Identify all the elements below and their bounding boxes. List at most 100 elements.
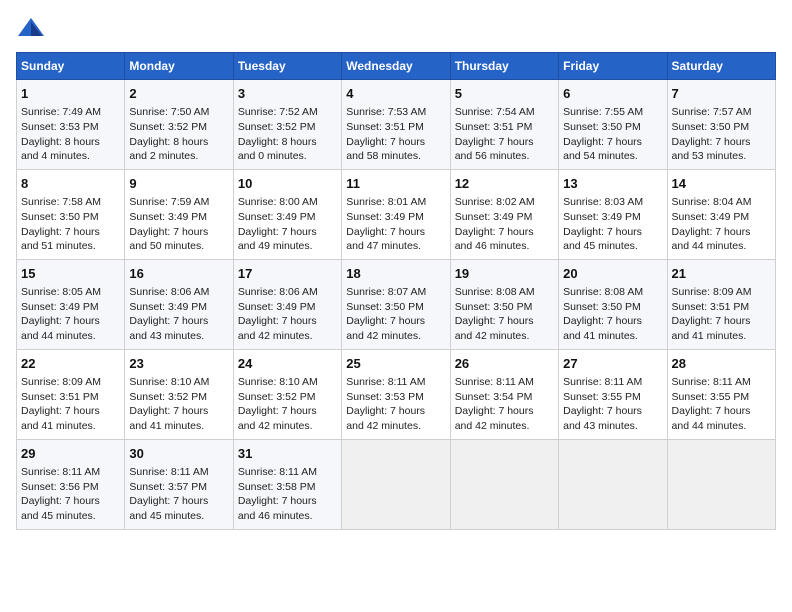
calendar-cell: 15Sunrise: 8:05 AMSunset: 3:49 PMDayligh… [17,259,125,349]
day-info-line: and 43 minutes. [129,329,228,344]
calendar-cell: 2Sunrise: 7:50 AMSunset: 3:52 PMDaylight… [125,80,233,170]
logo [16,16,50,40]
day-info-line: Sunset: 3:55 PM [563,390,662,405]
day-info-line: Daylight: 7 hours [21,494,120,509]
day-info-line: Sunrise: 7:54 AM [455,105,554,120]
day-info-line: Daylight: 7 hours [672,135,771,150]
day-info-line: and 41 minutes. [129,419,228,434]
day-info-line: Sunset: 3:51 PM [455,120,554,135]
day-info-line: Sunrise: 8:10 AM [129,375,228,390]
day-info-line: and 41 minutes. [21,419,120,434]
calendar-cell: 7 Sunrise: 7:57 AMSunset: 3:50 PMDaylight… [667,80,775,170]
day-number: 30 [129,445,228,463]
calendar-cell: 23Sunrise: 8:10 AMSunset: 3:52 PMDayligh… [125,349,233,439]
day-number: 2 [129,85,228,103]
day-info-line: Sunrise: 7:57 AM [672,105,771,120]
day-info-line: Sunset: 3:50 PM [672,120,771,135]
day-info-line: and 58 minutes. [346,149,445,164]
day-number: 18 [346,265,445,283]
day-number: 4 [346,85,445,103]
day-info-line: and 47 minutes. [346,239,445,254]
weekday-header-sunday: Sunday [17,53,125,80]
day-info-line: Sunrise: 8:06 AM [238,285,337,300]
day-info-line: and 44 minutes. [21,329,120,344]
day-number: 16 [129,265,228,283]
day-info-line: Sunrise: 8:11 AM [21,465,120,480]
calendar-cell: 19Sunrise: 8:08 AMSunset: 3:50 PMDayligh… [450,259,558,349]
day-number: 28 [672,355,771,373]
calendar-cell: 26Sunrise: 8:11 AMSunset: 3:54 PMDayligh… [450,349,558,439]
day-info-line: Daylight: 7 hours [129,494,228,509]
day-info-line: Daylight: 7 hours [238,494,337,509]
calendar-cell: 27Sunrise: 8:11 AMSunset: 3:55 PMDayligh… [559,349,667,439]
day-info-line: Sunset: 3:55 PM [672,390,771,405]
day-number: 3 [238,85,337,103]
day-info-line: Daylight: 7 hours [455,404,554,419]
day-info-line: Sunrise: 8:11 AM [346,375,445,390]
calendar-cell [450,439,558,529]
day-number: 10 [238,175,337,193]
calendar-cell: 30Sunrise: 8:11 AMSunset: 3:57 PMDayligh… [125,439,233,529]
day-info-line: and 4 minutes. [21,149,120,164]
day-info-line: Sunrise: 8:01 AM [346,195,445,210]
day-info-line: Daylight: 7 hours [346,404,445,419]
day-info-line: Sunrise: 8:11 AM [129,465,228,480]
day-info-line: and 42 minutes. [238,329,337,344]
weekday-header-monday: Monday [125,53,233,80]
weekday-header-thursday: Thursday [450,53,558,80]
calendar-cell [559,439,667,529]
day-number: 13 [563,175,662,193]
day-info-line: Sunrise: 7:53 AM [346,105,445,120]
day-info-line: and 45 minutes. [21,509,120,524]
calendar-cell: 20Sunrise: 8:08 AMSunset: 3:50 PMDayligh… [559,259,667,349]
day-info-line: Sunset: 3:49 PM [238,210,337,225]
day-info-line: Daylight: 7 hours [672,404,771,419]
day-info-line: Daylight: 7 hours [672,225,771,240]
day-info-line: Sunrise: 7:50 AM [129,105,228,120]
calendar-header: SundayMondayTuesdayWednesdayThursdayFrid… [17,53,776,80]
day-info-line: and 45 minutes. [563,239,662,254]
calendar-week-4: 22Sunrise: 8:09 AMSunset: 3:51 PMDayligh… [17,349,776,439]
day-info-line: Sunrise: 8:05 AM [21,285,120,300]
calendar-cell: 8Sunrise: 7:58 AMSunset: 3:50 PMDaylight… [17,169,125,259]
weekday-header-friday: Friday [559,53,667,80]
day-info-line: Daylight: 7 hours [563,135,662,150]
day-info-line: Sunset: 3:49 PM [129,210,228,225]
calendar-cell: 14Sunrise: 8:04 AMSunset: 3:49 PMDayligh… [667,169,775,259]
day-info-line: and 2 minutes. [129,149,228,164]
day-info-line: and 54 minutes. [563,149,662,164]
weekday-header-tuesday: Tuesday [233,53,341,80]
calendar-table: SundayMondayTuesdayWednesdayThursdayFrid… [16,52,776,530]
day-number: 1 [21,85,120,103]
weekday-header-saturday: Saturday [667,53,775,80]
day-info-line: Sunset: 3:51 PM [21,390,120,405]
logo-icon [16,16,46,40]
day-info-line: and 50 minutes. [129,239,228,254]
calendar-cell: 10Sunrise: 8:00 AMSunset: 3:49 PMDayligh… [233,169,341,259]
day-info-line: and 53 minutes. [672,149,771,164]
day-info-line: Sunrise: 8:07 AM [346,285,445,300]
day-info-line: Sunrise: 7:49 AM [21,105,120,120]
calendar-cell: 1Sunrise: 7:49 AMSunset: 3:53 PMDaylight… [17,80,125,170]
day-number: 7 [672,85,771,103]
day-info-line: and 46 minutes. [455,239,554,254]
calendar-cell [667,439,775,529]
day-info-line: Sunset: 3:51 PM [672,300,771,315]
day-number: 23 [129,355,228,373]
day-number: 26 [455,355,554,373]
day-number: 5 [455,85,554,103]
day-info-line: Sunrise: 7:55 AM [563,105,662,120]
day-info-line: Daylight: 8 hours [21,135,120,150]
day-number: 27 [563,355,662,373]
calendar-cell: 5Sunrise: 7:54 AMSunset: 3:51 PMDaylight… [450,80,558,170]
day-info-line: Sunrise: 8:11 AM [238,465,337,480]
day-info-line: and 42 minutes. [346,419,445,434]
day-info-line: Daylight: 7 hours [455,314,554,329]
day-info-line: Daylight: 7 hours [238,314,337,329]
day-info-line: Daylight: 7 hours [346,135,445,150]
day-info-line: Sunset: 3:58 PM [238,480,337,495]
calendar-cell: 17Sunrise: 8:06 AMSunset: 3:49 PMDayligh… [233,259,341,349]
calendar-cell: 4Sunrise: 7:53 AMSunset: 3:51 PMDaylight… [342,80,450,170]
day-info-line: Sunrise: 8:11 AM [563,375,662,390]
day-number: 24 [238,355,337,373]
